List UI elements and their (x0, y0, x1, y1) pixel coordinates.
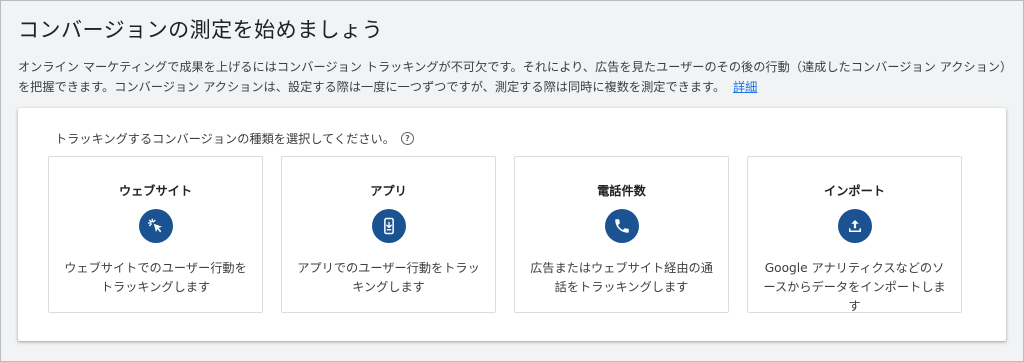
upload-icon (837, 209, 872, 243)
card-phone-calls-description: 広告またはウェブサイト経由の通話をトラッキングします (530, 261, 713, 294)
card-website-title: ウェブサイト (118, 184, 193, 198)
card-import-title: インポート (824, 184, 885, 198)
card-phone-calls-title: 電話件数 (597, 184, 646, 198)
phone-download-icon (371, 209, 406, 243)
card-app-description: アプリでのユーザー行動をトラッキングします (297, 261, 480, 294)
card-app[interactable]: アプリ アプリでのユーザー行動をトラッキングします (281, 156, 496, 313)
card-import-description: Google アナリティクスなどのソースからデータをインポートします (763, 261, 946, 313)
card-website[interactable]: ウェブサイト ウェブサイトでのユーザー行動をトラッキングします (48, 156, 263, 313)
conversion-type-panel: トラッキングするコンバージョンの種類を選択してください。 ? ウェブサイト ウェ… (18, 108, 1006, 341)
phone-call-icon (604, 209, 639, 243)
selection-prompt: トラッキングするコンバージョンの種類を選択してください。 ? (55, 129, 414, 147)
card-phone-calls[interactable]: 電話件数 広告またはウェブサイト経由の通話をトラッキングします (514, 156, 729, 313)
intro-description: オンライン マーケティングで成果を上げるにはコンバージョン トラッキングが不可欠… (18, 57, 1010, 97)
card-app-title: アプリ (370, 184, 407, 198)
cursor-click-icon (138, 209, 173, 243)
card-website-description: ウェブサイトでのユーザー行動をトラッキングします (64, 261, 247, 294)
learn-more-link[interactable]: 詳細 (733, 80, 757, 94)
selection-prompt-text: トラッキングするコンバージョンの種類を選択してください。 (55, 132, 395, 146)
help-circle-icon[interactable]: ? (400, 131, 414, 145)
page-title: コンバージョンの測定を始めましょう (18, 18, 384, 42)
card-import[interactable]: インポート Google アナリティクスなどのソースからデータをインポートします (747, 156, 962, 313)
intro-text: オンライン マーケティングで成果を上げるにはコンバージョン トラッキングが不可欠… (18, 60, 1007, 94)
